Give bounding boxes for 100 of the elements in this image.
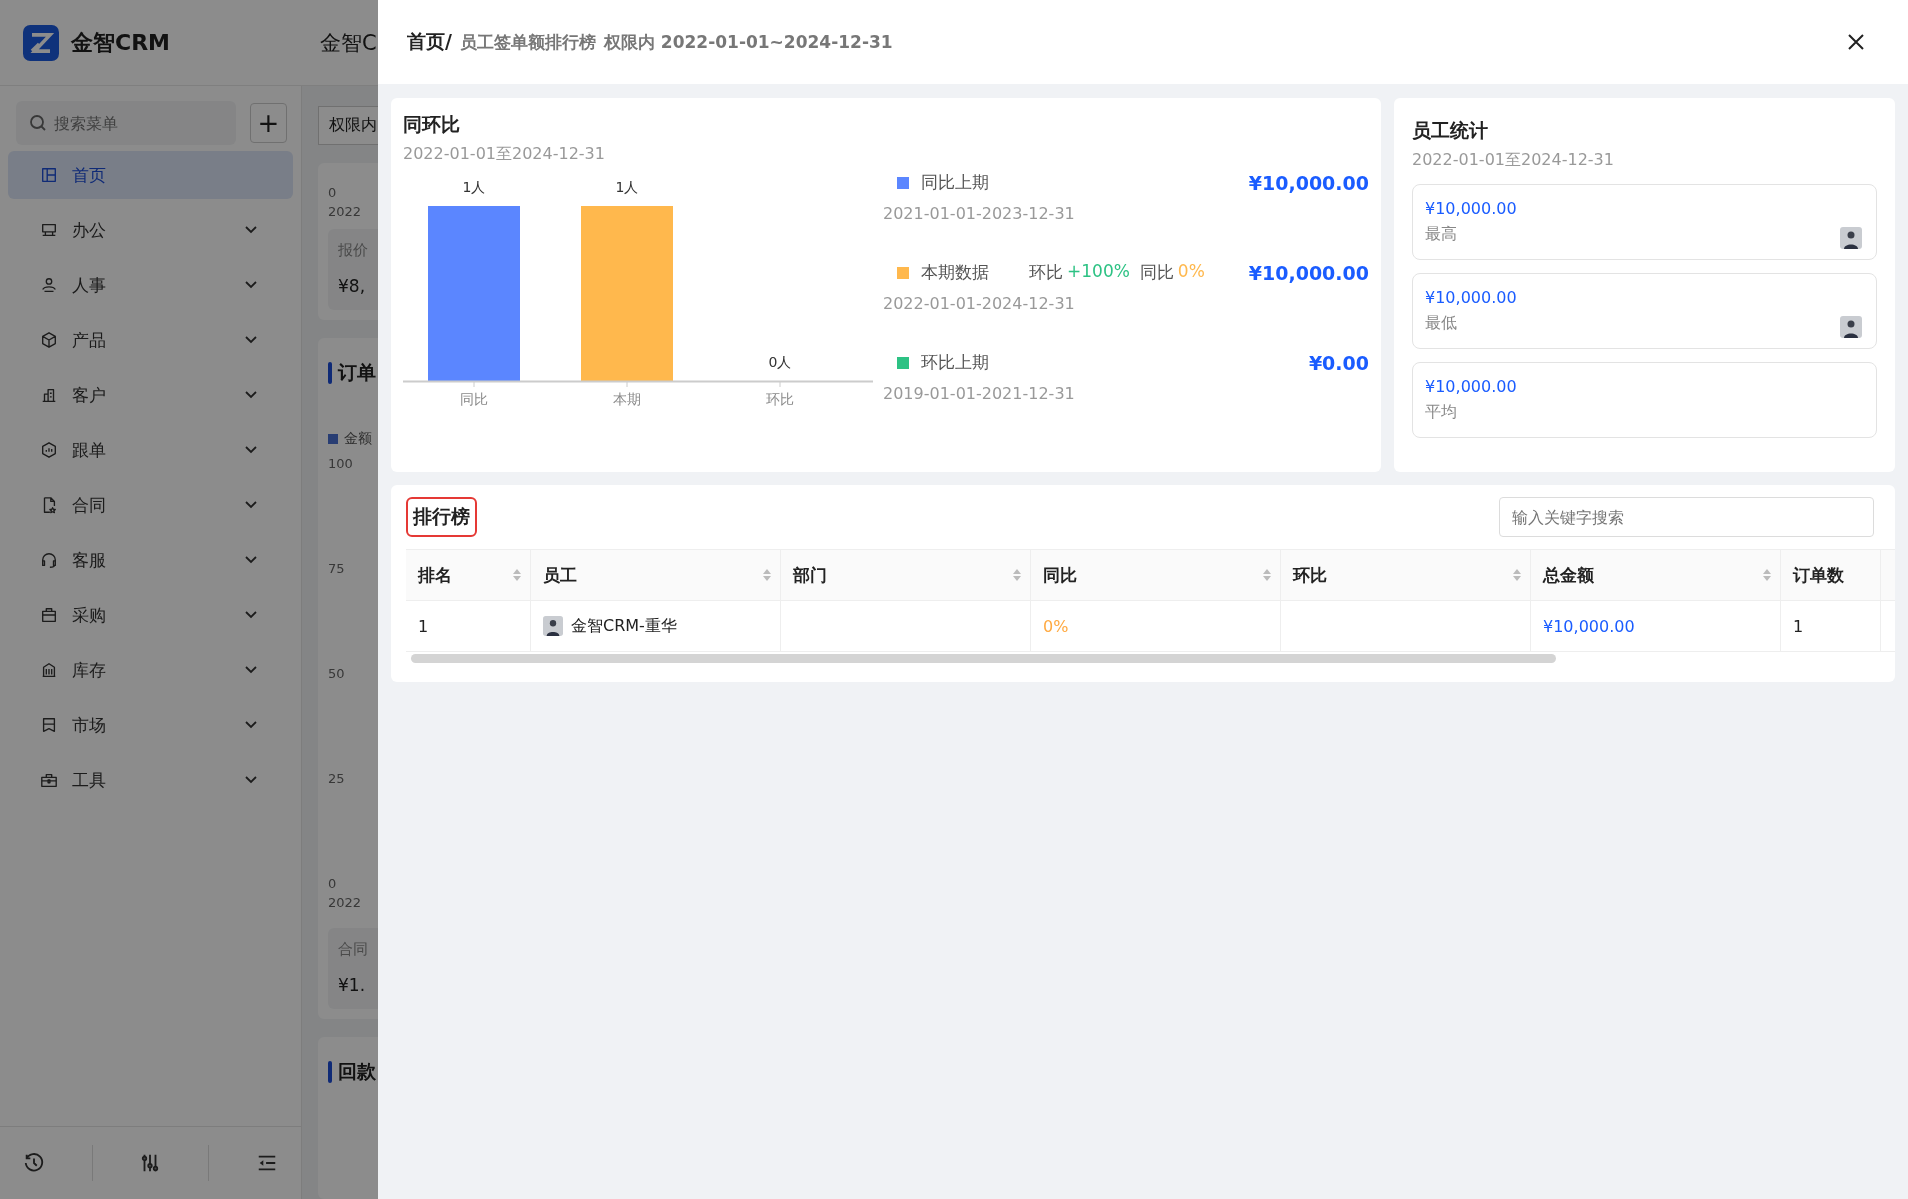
axis-tick: 50 bbox=[328, 666, 346, 681]
date-range: 2022-01-01-2024-12-31 bbox=[883, 294, 1076, 313]
menu-item[interactable]: 首页 bbox=[8, 151, 293, 199]
column-header[interactable]: 同比 bbox=[1031, 550, 1281, 600]
stat-label: 合同 bbox=[338, 940, 369, 959]
menu-search-field[interactable]: 搜索菜单 bbox=[16, 101, 236, 145]
axis-tick: 100 bbox=[328, 456, 354, 471]
stat-amount: ¥10,000.00 bbox=[1425, 288, 1518, 307]
menu-item[interactable]: 跟单 bbox=[8, 426, 293, 474]
add-button[interactable]: + bbox=[250, 103, 287, 143]
value-label: 1人 bbox=[462, 181, 486, 195]
legend-amount: ¥10,000.00 bbox=[1248, 171, 1369, 194]
title-accent-bar bbox=[328, 362, 332, 384]
page-title: 金智C bbox=[320, 29, 377, 57]
stat-amount: ¥10,000.00 bbox=[1425, 199, 1518, 218]
bookmark-icon bbox=[40, 716, 58, 734]
menu-item[interactable]: 客户 bbox=[8, 371, 293, 419]
category-label: 环比 bbox=[766, 391, 794, 407]
sort-icon[interactable] bbox=[762, 568, 772, 582]
sort-icon[interactable] bbox=[1762, 568, 1772, 582]
search-icon bbox=[28, 113, 48, 133]
scrollbar-thumb[interactable] bbox=[411, 654, 1556, 663]
legend-label: 同比上期 bbox=[921, 171, 989, 194]
close-icon[interactable] bbox=[1846, 32, 1866, 52]
column-header[interactable]: 部门 bbox=[781, 550, 1031, 600]
breadcrumb-page: 员工签单额排行榜 bbox=[459, 30, 596, 54]
logo-icon bbox=[23, 24, 59, 61]
date-range: 2022-01-01至2024-12-31 bbox=[1412, 150, 1615, 171]
card-title: 回款 bbox=[338, 1059, 376, 1084]
column-header[interactable]: 环比 bbox=[1281, 550, 1531, 600]
menu-item[interactable]: 客服 bbox=[8, 536, 293, 584]
date-range: 2019-01-01-2021-12-31 bbox=[883, 384, 1076, 403]
breadcrumb-home[interactable]: 首页/ bbox=[407, 29, 452, 55]
stat-label: 报价 bbox=[338, 241, 369, 260]
table-cell: ¥10,000.00 bbox=[1543, 616, 1635, 636]
legend-swatch bbox=[328, 434, 338, 444]
legend-label: 本期数据 bbox=[921, 261, 989, 284]
stat-amount: ¥10,000.00 bbox=[1425, 377, 1518, 396]
bank-icon bbox=[40, 661, 58, 679]
building-icon bbox=[40, 386, 58, 404]
cube-icon bbox=[40, 331, 58, 349]
date-range: 2022-01-01至2024-12-31 bbox=[403, 144, 606, 165]
stat-label: 最低 bbox=[1425, 313, 1458, 334]
category-label: 同比 bbox=[460, 391, 488, 407]
table-cell: 1 bbox=[1793, 616, 1804, 636]
axis-tick: 25 bbox=[328, 771, 346, 786]
change-label: 环比 bbox=[1029, 261, 1063, 284]
axis-label: 2022 bbox=[328, 895, 363, 910]
stat-value: ¥1. bbox=[338, 975, 367, 995]
menu-item[interactable]: 库存 bbox=[8, 646, 293, 694]
menu-item[interactable]: 市场 bbox=[8, 701, 293, 749]
menu-item[interactable]: 产品 bbox=[8, 316, 293, 364]
stat-label: 平均 bbox=[1425, 402, 1458, 423]
change-value: +100% bbox=[1067, 261, 1130, 283]
menu-item[interactable]: 合同 bbox=[8, 481, 293, 529]
hexagon-icon bbox=[40, 441, 58, 459]
person-icon bbox=[40, 276, 58, 294]
legend-amount: ¥0.00 bbox=[1308, 351, 1369, 374]
sort-icon[interactable] bbox=[1512, 568, 1522, 582]
layout-icon bbox=[40, 166, 58, 184]
column-header[interactable]: 订单数 bbox=[1781, 550, 1881, 600]
sort-icon[interactable] bbox=[1262, 568, 1272, 582]
axis-label: 0 bbox=[328, 185, 338, 200]
legend-label: 环比上期 bbox=[921, 351, 989, 374]
column-header[interactable]: 排名 bbox=[406, 550, 531, 600]
sort-icon[interactable] bbox=[512, 568, 522, 582]
card-title: 员工统计 bbox=[1412, 118, 1489, 143]
title-accent-bar bbox=[328, 1061, 332, 1083]
date-range: 2021-01-01-2023-12-31 bbox=[883, 204, 1076, 223]
card-title: 订单 bbox=[338, 360, 376, 385]
value-label: 0人 bbox=[768, 354, 792, 370]
category-label: 本期 bbox=[613, 391, 641, 407]
headset-icon bbox=[40, 551, 58, 569]
axis-tick: 0 bbox=[328, 876, 338, 891]
brand-name: 金智CRM bbox=[71, 28, 170, 57]
bag-icon bbox=[40, 606, 58, 624]
change-label: 同比 bbox=[1139, 261, 1174, 284]
toolbox-icon bbox=[40, 771, 58, 789]
table-cell: 金智CRM-重华 bbox=[571, 615, 677, 637]
column-header[interactable]: 总金额 bbox=[1531, 550, 1781, 600]
legend-amount: ¥10,000.00 bbox=[1248, 261, 1369, 284]
stat-label: 最高 bbox=[1425, 224, 1458, 245]
card-title: 同环比 bbox=[403, 112, 461, 137]
axis-tick: 75 bbox=[328, 561, 346, 576]
menu-item[interactable]: 工具 bbox=[8, 756, 293, 804]
keyword-search-field[interactable]: 输入关键字搜索 bbox=[1499, 497, 1874, 537]
stat-value: ¥8, bbox=[338, 276, 367, 296]
axis-label: 2022 bbox=[328, 204, 363, 219]
column-header[interactable]: 员工 bbox=[531, 550, 781, 600]
monitor-icon bbox=[40, 221, 58, 239]
menu-item[interactable]: 采购 bbox=[8, 591, 293, 639]
table-cell: 1 bbox=[418, 616, 429, 636]
table-cell: 0% bbox=[1043, 616, 1069, 636]
menu-item[interactable]: 办公 bbox=[8, 206, 293, 254]
breadcrumb-scope: 权限内 2022-01-01~2024-12-31 bbox=[603, 30, 893, 54]
section-title: 排行榜 bbox=[406, 497, 477, 537]
legend-label: 金额 bbox=[344, 430, 372, 448]
sort-icon[interactable] bbox=[1012, 568, 1022, 582]
history-icon[interactable] bbox=[23, 1152, 46, 1174]
menu-item[interactable]: 人事 bbox=[8, 261, 293, 309]
